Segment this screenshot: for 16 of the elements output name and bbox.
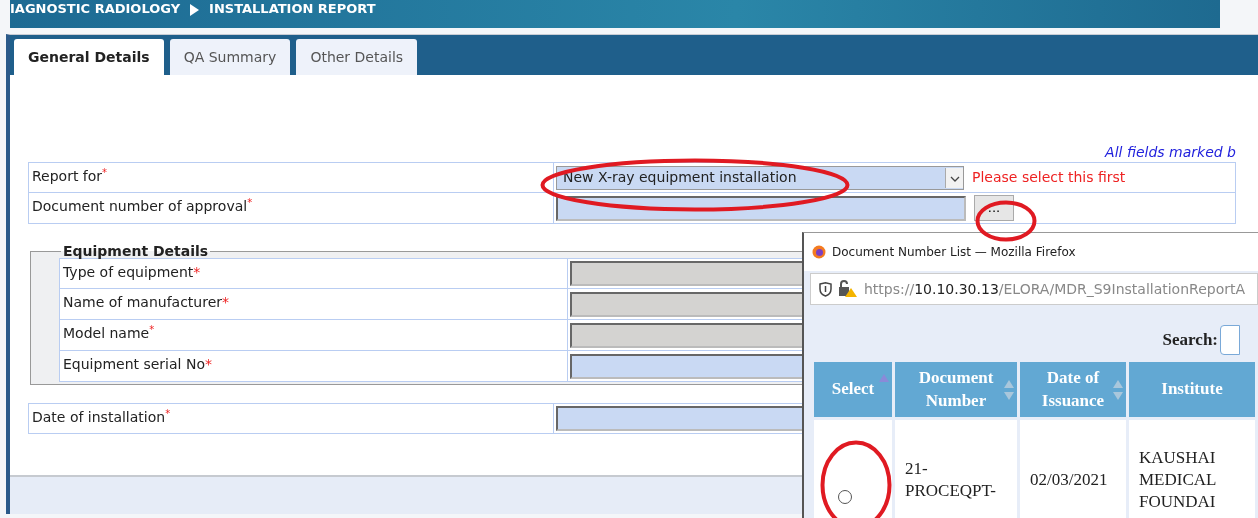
field-label: Report for$^{*}$ (29, 163, 554, 192)
validation-message: Please select this first (972, 168, 1126, 187)
fieldset-legend: Equipment Details (61, 244, 211, 258)
window-title: Document Number List — Mozilla Firefox (832, 244, 1076, 261)
field-label: Model name$^{*}$ (60, 320, 568, 350)
table-cell: 02/03/2021 (1020, 420, 1126, 518)
field-label: Name of manufacturer* (60, 289, 568, 319)
field-label: Type of equipment* (60, 259, 568, 288)
required-note: All fields marked b (1103, 143, 1237, 162)
table-cell: 21- PROCEQPT- (895, 420, 1017, 518)
field-label: Equipment serial No* (60, 351, 568, 381)
table-cell: KAUSHAI MEDICAL FOUNDAI (1129, 420, 1255, 518)
url-text: https://10.10.30.13/ELORA/MDR_S9InstallationReportA (864, 279, 1246, 299)
field-label: Date of installation$^{*}$ (29, 404, 554, 433)
field-label: Document number of approval$^{*}$ (29, 193, 554, 223)
search-label: Search: (1162, 329, 1218, 352)
